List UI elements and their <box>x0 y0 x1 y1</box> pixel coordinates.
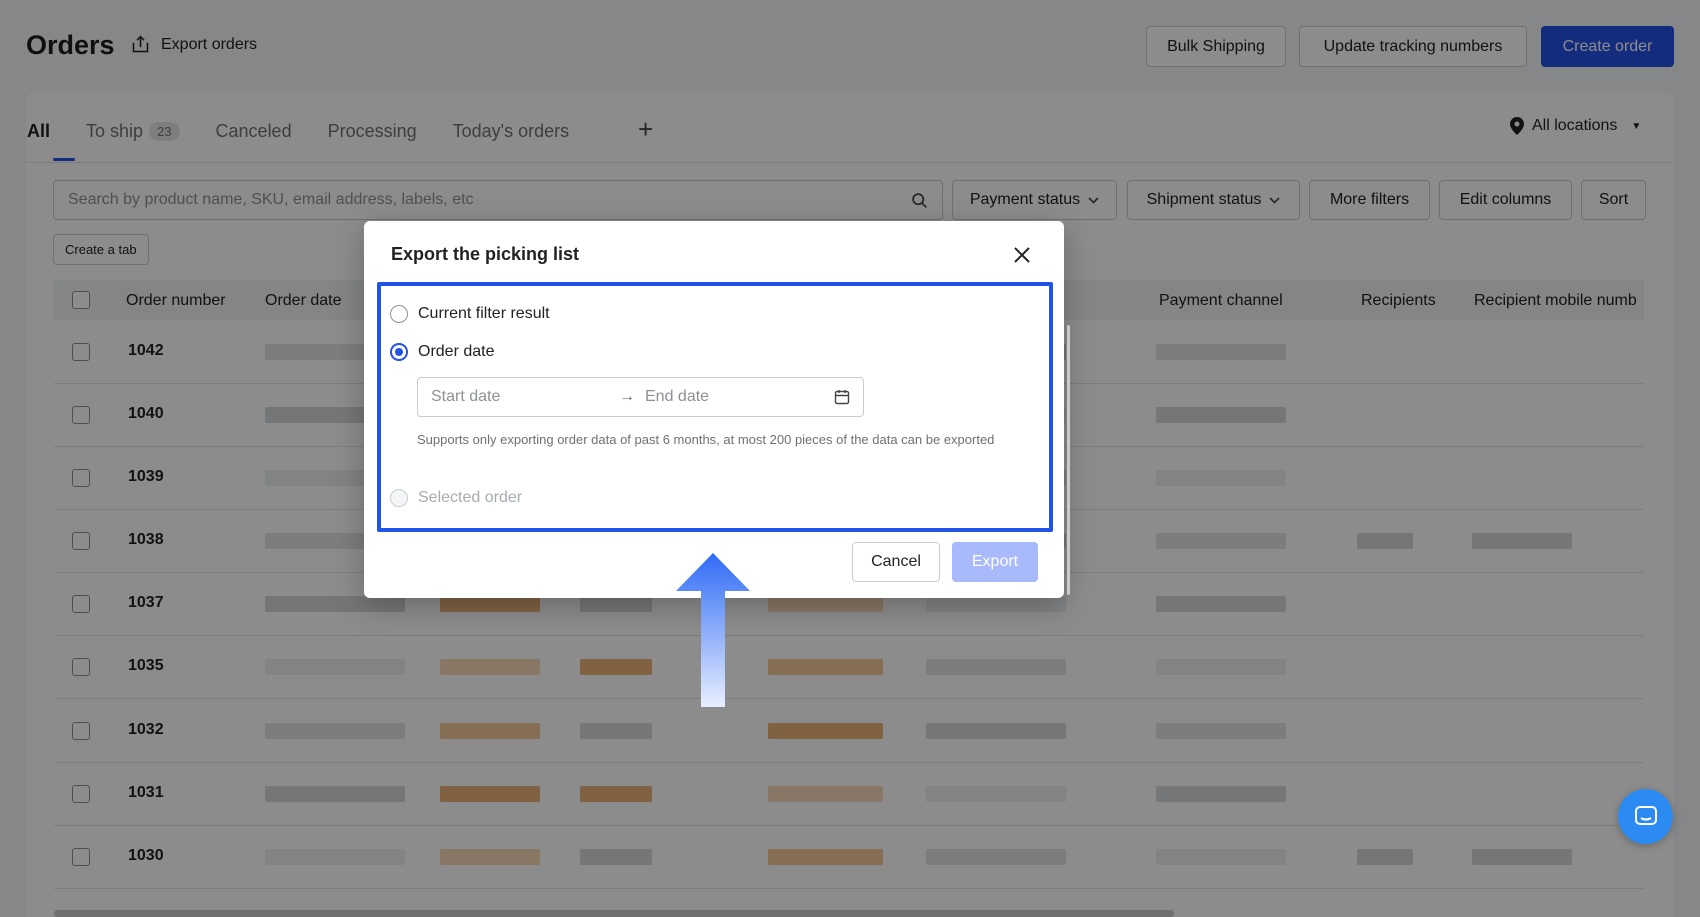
calendar-icon[interactable] <box>834 389 850 405</box>
chat-icon <box>1634 805 1657 825</box>
option-current-filter-result[interactable]: Current filter result <box>390 305 550 323</box>
radio-button-disabled <box>390 489 408 507</box>
option-label: Order date <box>418 343 495 360</box>
modal-scrollbar[interactable] <box>1067 325 1070 595</box>
export-button[interactable]: Export <box>952 542 1038 582</box>
option-selected-order: Selected order <box>390 489 522 507</box>
option-label: Current filter result <box>418 305 550 322</box>
export-picking-list-modal: Export the picking list Current filter r… <box>364 221 1064 598</box>
arrow-up-icon <box>676 553 750 707</box>
cancel-button[interactable]: Cancel <box>852 542 940 582</box>
option-order-date[interactable]: Order date <box>390 343 494 361</box>
radio-button-checked[interactable] <box>390 343 408 361</box>
date-range-picker[interactable]: Start date → End date <box>417 377 864 417</box>
chat-launcher-button[interactable] <box>1618 789 1673 844</box>
close-icon[interactable] <box>1010 243 1034 267</box>
start-date-input[interactable]: Start date <box>431 388 619 406</box>
end-date-input[interactable]: End date <box>645 388 834 406</box>
export-hint-text: Supports only exporting order data of pa… <box>417 432 995 447</box>
modal-title: Export the picking list <box>391 244 580 264</box>
radio-button[interactable] <box>390 305 408 323</box>
arrow-right-icon: → <box>619 388 635 405</box>
option-label: Selected order <box>418 489 523 506</box>
